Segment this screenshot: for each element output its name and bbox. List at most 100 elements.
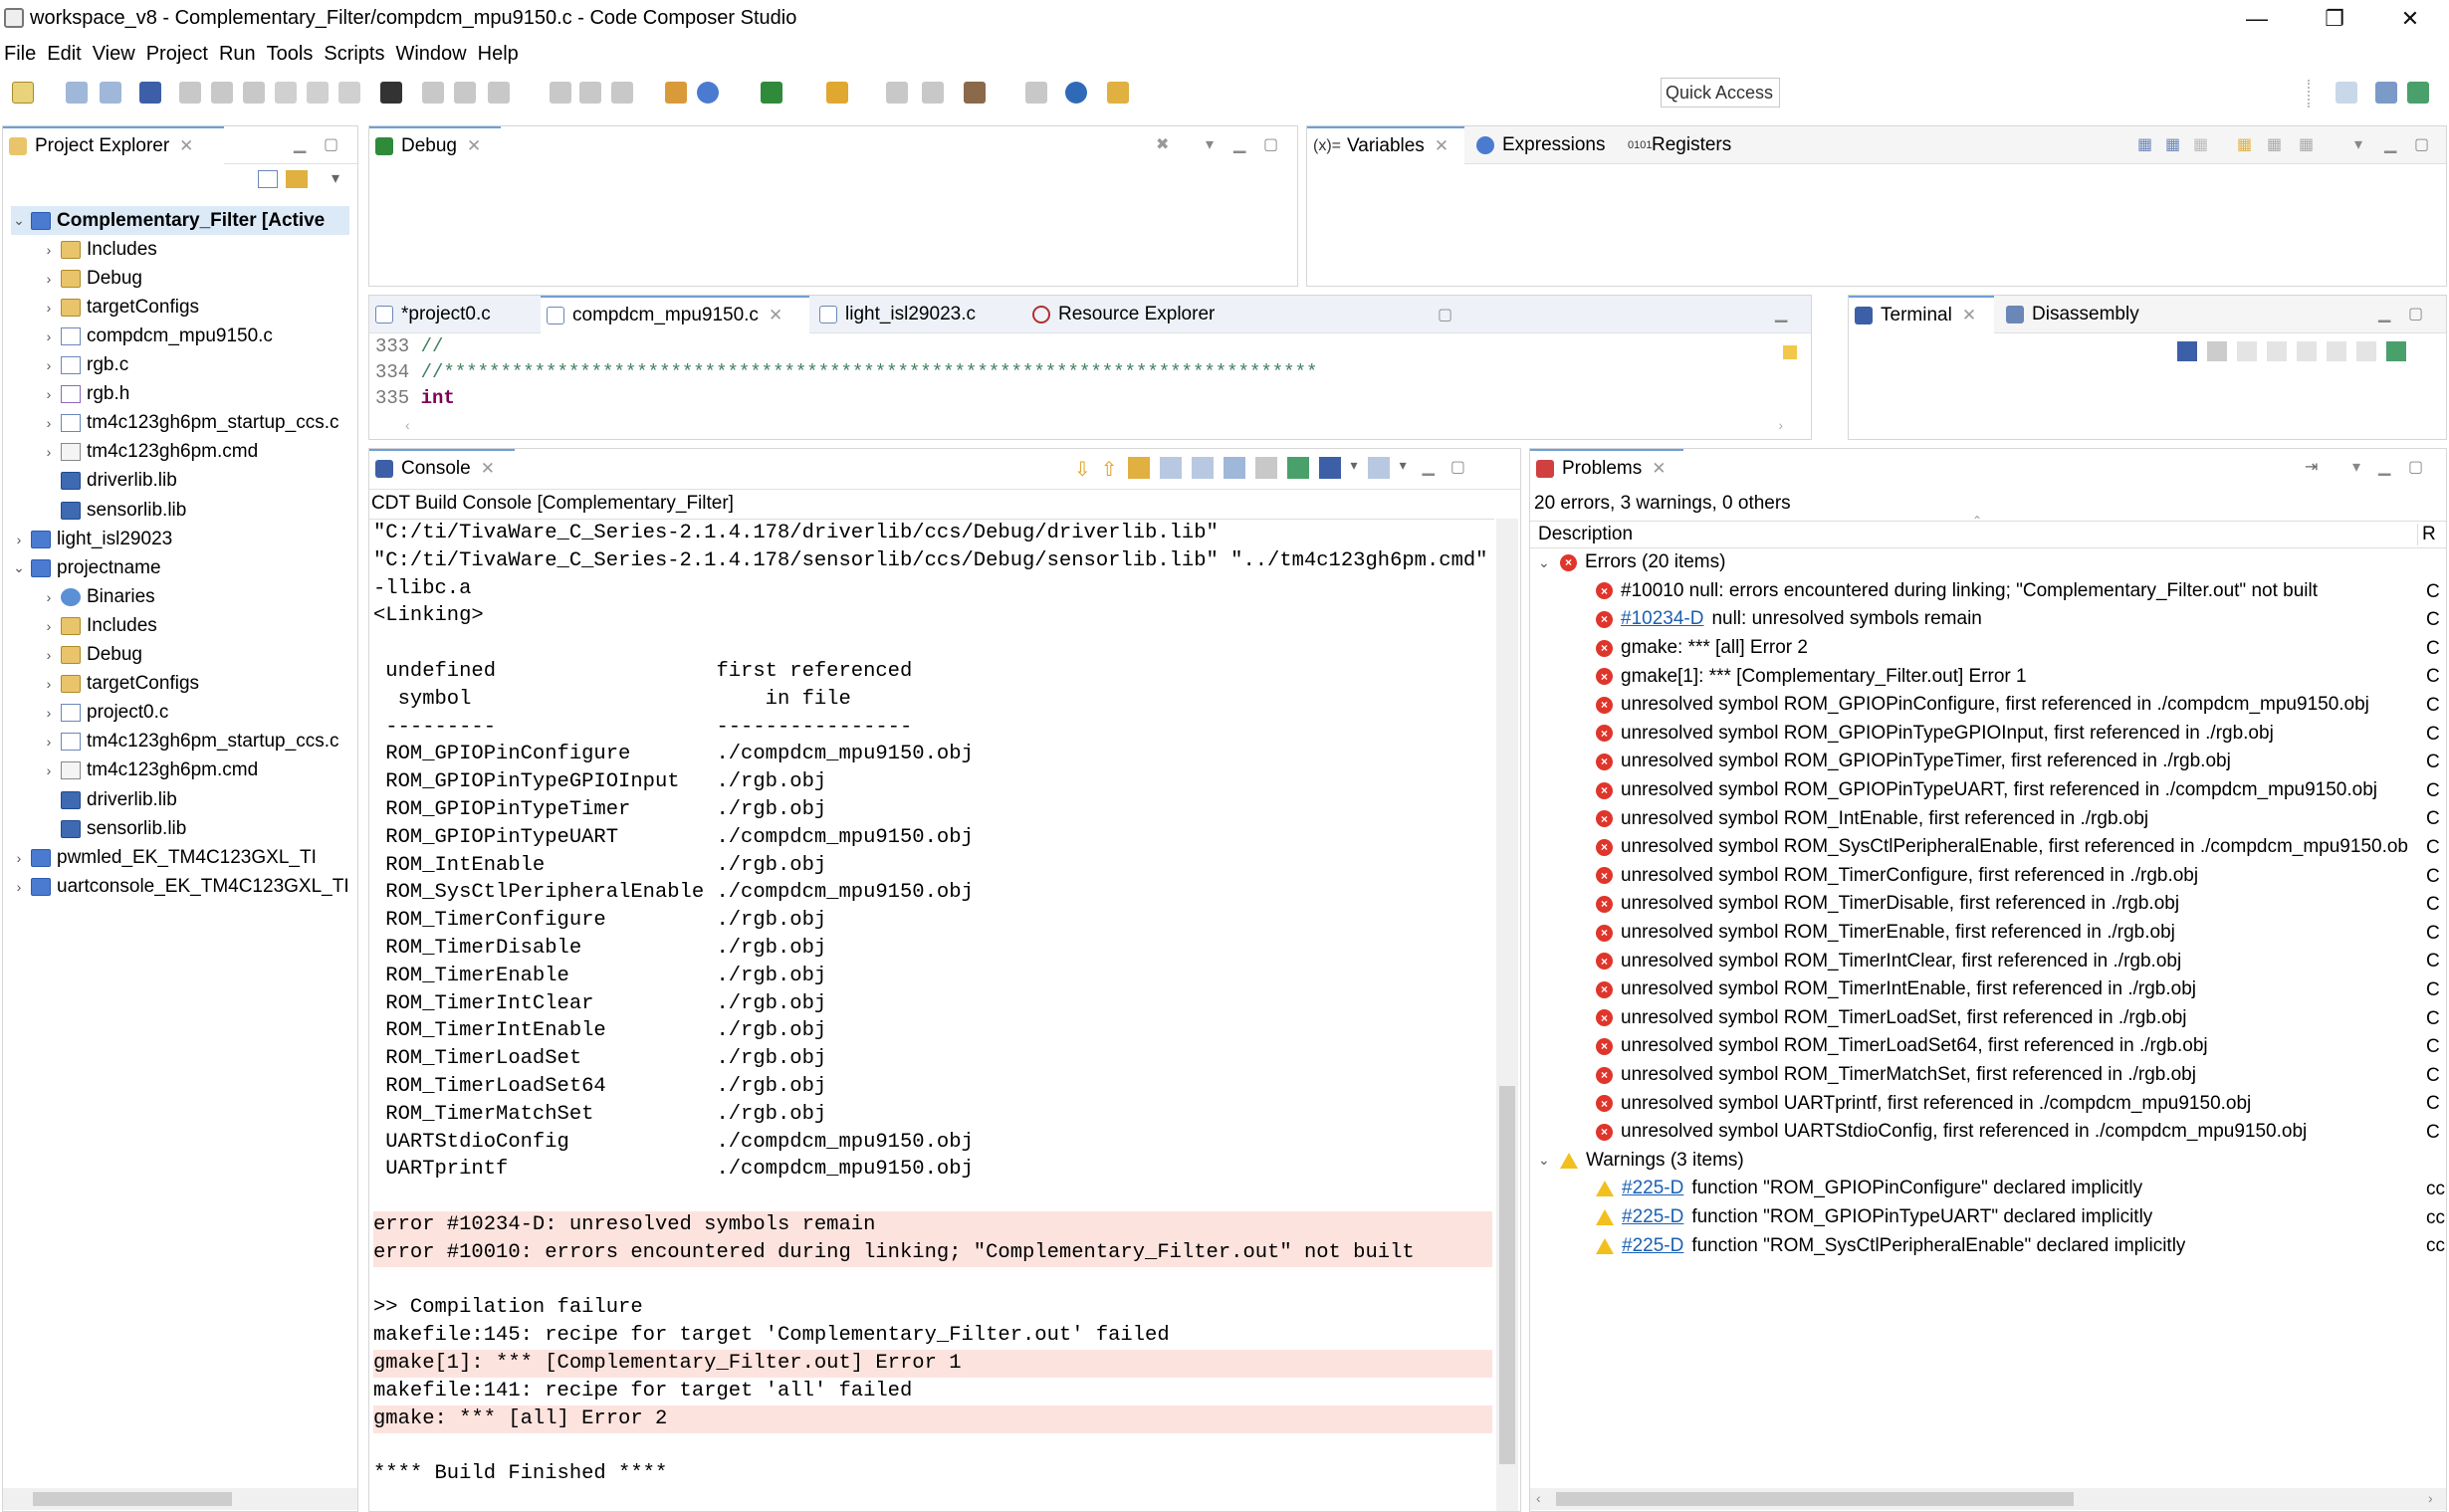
tab-light-isl29023-c[interactable]: light_isl29023.c bbox=[813, 296, 1012, 333]
restart-icon[interactable] bbox=[579, 82, 601, 104]
error-item[interactable]: × unresolved symbol ROM_TimerLoadSet, fir… bbox=[1596, 1004, 2442, 1033]
tree-item[interactable]: › tm4c123gh6pm.cmd bbox=[41, 438, 259, 467]
close-button[interactable]: ✕ bbox=[2375, 0, 2445, 38]
tree-item[interactable]: › targetConfigs bbox=[41, 670, 199, 699]
focus-icon[interactable]: ⇥ bbox=[2305, 457, 2318, 477]
error-item[interactable]: × unresolved symbol ROM_IntEnable, first … bbox=[1596, 804, 2442, 833]
error-item[interactable]: × unresolved symbol UARTStdioConfig, firs… bbox=[1596, 1118, 2442, 1147]
word-wrap-icon[interactable] bbox=[1191, 457, 1214, 479]
minimize-button[interactable]: — bbox=[2222, 0, 2292, 38]
tree-item[interactable]: › pwmled_EK_TM4C123GXL_TI bbox=[11, 843, 317, 872]
open-perspective-icon[interactable] bbox=[2336, 82, 2357, 104]
tree-item[interactable]: › Includes bbox=[41, 611, 157, 640]
collapsed-twisty-icon[interactable]: › bbox=[41, 386, 57, 402]
connect-icon[interactable] bbox=[422, 82, 444, 104]
overview-marker[interactable] bbox=[1783, 345, 1797, 359]
error-item[interactable]: × unresolved symbol ROM_TimerDisable, fir… bbox=[1596, 890, 2442, 919]
tree-item[interactable]: driverlib.lib bbox=[41, 467, 177, 496]
tab-project0-c[interactable]: *project0.c bbox=[369, 296, 539, 333]
view-menu-icon[interactable]: ▾ bbox=[2354, 134, 2362, 154]
minimize-icon[interactable]: ▁ bbox=[2384, 134, 2396, 154]
new-icon[interactable] bbox=[12, 82, 34, 104]
wand-icon[interactable] bbox=[1107, 82, 1129, 104]
collapsed-twisty-icon[interactable]: › bbox=[41, 647, 57, 663]
editor-h-scrollbar[interactable]: ‹ › bbox=[405, 417, 1783, 437]
debug-icon[interactable] bbox=[761, 82, 782, 104]
search-icon[interactable] bbox=[1065, 82, 1087, 104]
console-output[interactable]: "C:/ti/TivaWare_C_Series-2.1.4.178/drive… bbox=[369, 519, 1494, 1509]
link-icon[interactable] bbox=[1127, 457, 1150, 479]
target-icon[interactable] bbox=[697, 82, 719, 104]
minimize-icon[interactable]: ▁ bbox=[2378, 304, 2390, 324]
maximize-icon[interactable]: ▢ bbox=[2408, 304, 2423, 324]
menu-help[interactable]: Help bbox=[478, 43, 519, 66]
breakpoint-icon[interactable] bbox=[454, 82, 476, 104]
next-error-icon[interactable]: ⇩ bbox=[1074, 457, 1091, 482]
code-area[interactable]: 333 // 334 //***************************… bbox=[369, 335, 1793, 417]
error-item[interactable]: × unresolved symbol ROM_SysCtlPeripheralE… bbox=[1596, 833, 2442, 862]
collapsed-twisty-icon[interactable]: › bbox=[41, 734, 57, 750]
tree-item[interactable]: sensorlib.lib bbox=[41, 814, 186, 843]
step-into-icon[interactable] bbox=[275, 82, 297, 104]
tab-resource-explorer[interactable]: Resource Explorer bbox=[1026, 296, 1215, 333]
error-item[interactable]: × gmake[1]: *** [Complementary_Filter.out… bbox=[1596, 662, 2442, 691]
menu-project[interactable]: Project bbox=[146, 43, 208, 66]
chevron-down-icon[interactable]: ▾ bbox=[1351, 457, 1358, 482]
close-icon[interactable]: ✕ bbox=[1652, 459, 1666, 479]
error-code-link[interactable]: #225-D bbox=[1622, 1206, 1683, 1228]
previous-error-icon[interactable]: ⇧ bbox=[1101, 457, 1118, 482]
tab-disassembly[interactable]: Disassembly bbox=[2000, 296, 2139, 333]
quick-access-field[interactable]: Quick Access bbox=[1661, 78, 1780, 108]
minimize-icon[interactable]: ▁ bbox=[2378, 457, 2390, 477]
close-icon[interactable]: ✕ bbox=[769, 306, 782, 325]
collapsed-twisty-icon[interactable]: › bbox=[41, 705, 57, 721]
warning-item[interactable]: #225-D function "ROM_GPIOPinTypeUART" dec… bbox=[1596, 1203, 2442, 1232]
collapsed-twisty-icon[interactable]: › bbox=[41, 328, 57, 344]
warning-item[interactable]: #225-D function "ROM_SysCtlPeripheralEnab… bbox=[1596, 1231, 2442, 1260]
expanded-twisty-icon[interactable]: ⌄ bbox=[1538, 554, 1560, 571]
tree-item[interactable]: › light_isl29023 bbox=[11, 525, 173, 553]
menu-run[interactable]: Run bbox=[219, 43, 256, 66]
tab-expressions[interactable]: Expressions bbox=[1470, 126, 1606, 164]
expanded-twisty-icon[interactable]: ⌄ bbox=[11, 559, 27, 576]
error-item[interactable]: × #10010 null: errors encountered during … bbox=[1596, 577, 2442, 606]
resume-icon[interactable] bbox=[179, 82, 201, 104]
error-item[interactable]: × unresolved symbol ROM_GPIOPinTypeTimer,… bbox=[1596, 748, 2442, 776]
tree-item[interactable]: › project0.c bbox=[41, 699, 169, 728]
tree-item[interactable]: driverlib.lib bbox=[41, 785, 177, 814]
toolbar-icon[interactable] bbox=[2356, 341, 2376, 361]
build-icon[interactable] bbox=[826, 82, 848, 104]
disconnect-icon[interactable] bbox=[2207, 341, 2227, 361]
collapsed-twisty-icon[interactable]: › bbox=[41, 444, 57, 460]
error-item[interactable]: × unresolved symbol ROM_TimerIntEnable, f… bbox=[1596, 975, 2442, 1004]
tree-item[interactable]: › Includes bbox=[41, 235, 157, 264]
collapsed-twisty-icon[interactable]: › bbox=[11, 879, 27, 895]
error-item[interactable]: × unresolved symbol ROM_GPIOPinConfigure,… bbox=[1596, 691, 2442, 720]
show-console-icon[interactable] bbox=[1223, 457, 1245, 479]
tree-item[interactable]: › rgb.c bbox=[41, 351, 129, 380]
maximize-icon[interactable]: ▢ bbox=[1263, 134, 1278, 154]
tree-item[interactable]: › tm4c123gh6pm.cmd bbox=[41, 756, 259, 785]
chevron-down-icon[interactable]: ▾ bbox=[1400, 457, 1407, 482]
ccs-debug-perspective-icon[interactable] bbox=[2407, 82, 2429, 104]
warning-item[interactable]: #225-D function "ROM_GPIOPinConfigure" de… bbox=[1596, 1175, 2442, 1203]
console-v-scrollbar[interactable] bbox=[1496, 519, 1518, 1511]
tab-terminal[interactable]: Terminal ✕ bbox=[1849, 296, 1994, 333]
tab-registers[interactable]: 0101 Registers bbox=[1622, 126, 1731, 164]
error-item[interactable]: × #10234-D null: unresolved symbols remain bbox=[1596, 605, 2442, 634]
problems-h-scrollbar[interactable]: ‹ › bbox=[1530, 1488, 2446, 1510]
tab-debug[interactable]: Debug ✕ bbox=[369, 126, 501, 164]
collapsed-twisty-icon[interactable]: › bbox=[41, 589, 57, 605]
tree-item[interactable]: ⌄ Complementary_Filter [Active bbox=[11, 206, 349, 235]
error-item[interactable]: × gmake: *** [all] Error 2 bbox=[1596, 634, 2442, 663]
toolbar-icon[interactable]: ▦ bbox=[2299, 134, 2314, 154]
warnings-group[interactable]: ⌄ Warnings (3 items) bbox=[1538, 1147, 1744, 1176]
step-over-icon[interactable] bbox=[307, 82, 329, 104]
close-icon[interactable]: ✕ bbox=[1962, 306, 1976, 325]
tab-variables[interactable]: (x)= Variables ✕ bbox=[1307, 126, 1464, 164]
tab-compdcm-mpu9150-c[interactable]: compdcm_mpu9150.c ✕ bbox=[541, 296, 809, 333]
toolbar-icon[interactable] bbox=[2386, 341, 2406, 361]
step-return-icon[interactable] bbox=[338, 82, 360, 104]
minimize-icon[interactable]: ▁ bbox=[1775, 304, 1787, 324]
restore-button[interactable]: ❐ bbox=[2300, 0, 2369, 38]
